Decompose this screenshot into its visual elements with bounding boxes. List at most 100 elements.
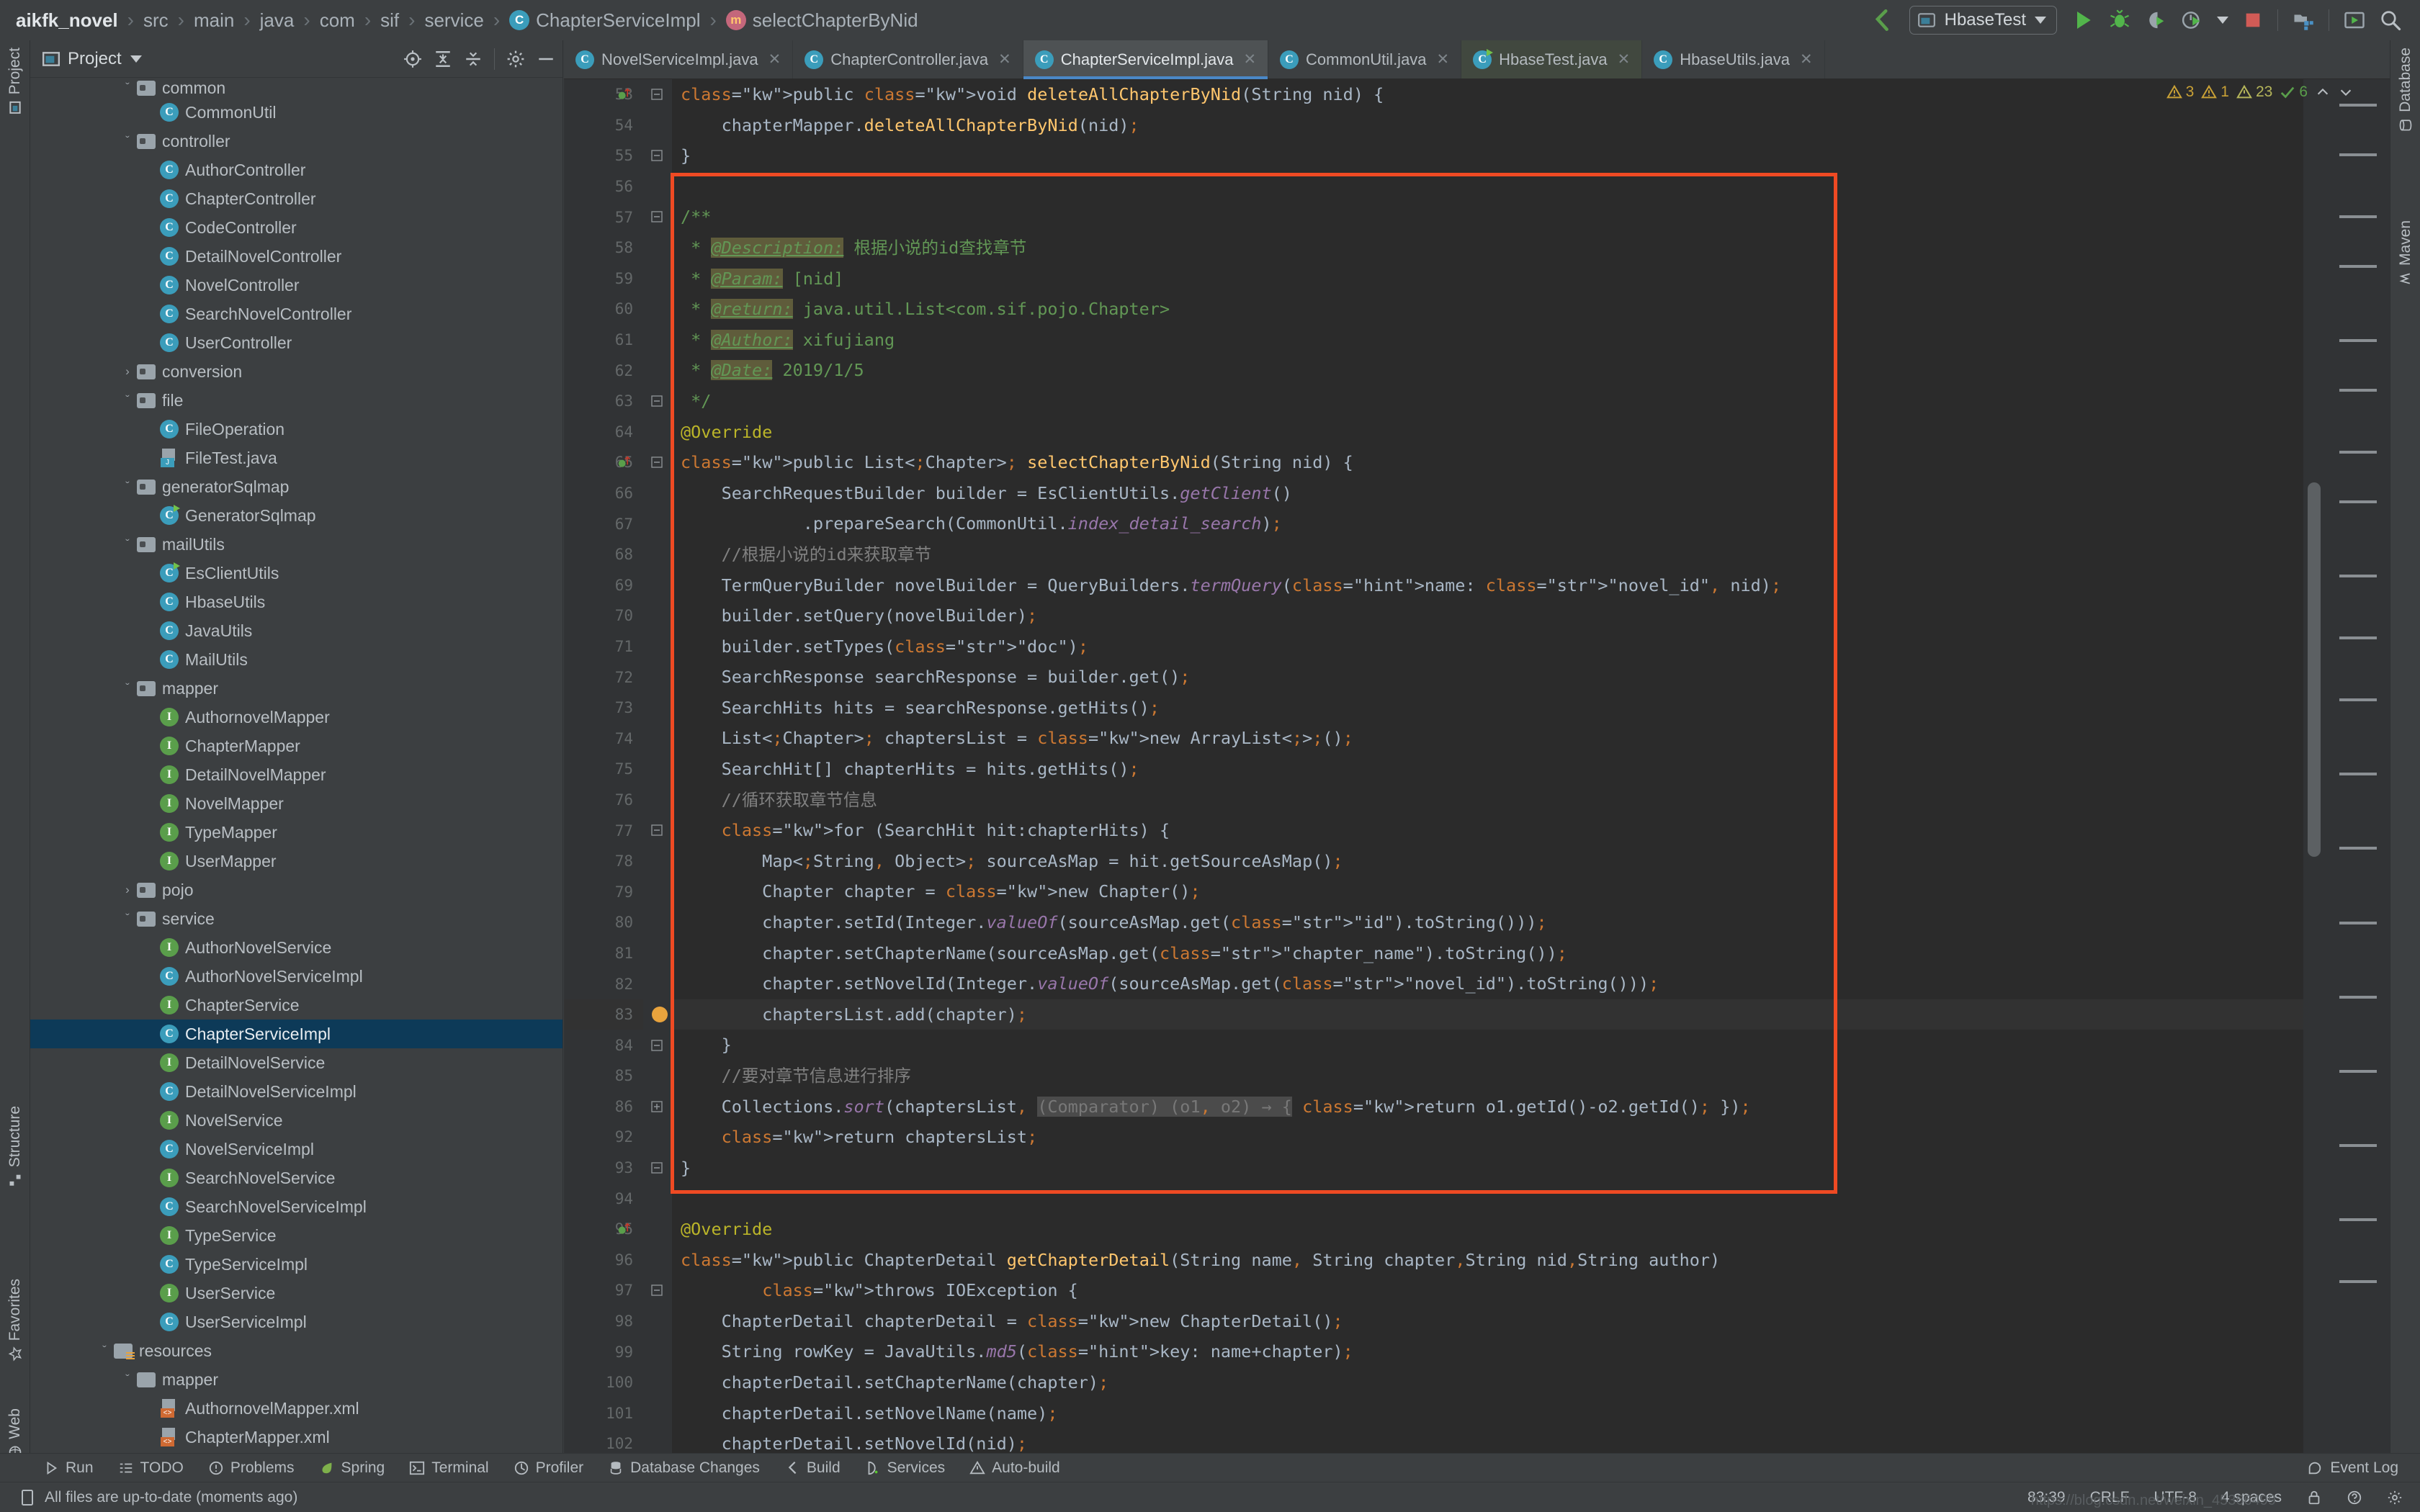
breadcrumb-item-aikfk_novel[interactable]: aikfk_novel — [16, 9, 118, 32]
tab-chapterserviceimpl-java[interactable]: CChapterServiceImpl.java✕ — [1023, 40, 1268, 78]
code-line[interactable]: SearchHit[] chapterHits = hits.getHits()… — [672, 754, 2303, 785]
tree-item-service[interactable]: ˇservice — [30, 904, 563, 933]
sidebar-tab-structure[interactable]: Structure — [0, 1106, 30, 1187]
tree-item-typeservice[interactable]: ITypeService — [30, 1221, 563, 1250]
code-line[interactable]: chapterDetail.setChapterName(chapter); — [672, 1367, 2303, 1398]
tree-item-novelserviceimpl[interactable]: CNovelServiceImpl — [30, 1135, 563, 1164]
error-stripe-mark[interactable] — [2339, 1070, 2377, 1073]
code-line[interactable]: builder.setQuery(novelBuilder); — [672, 600, 2303, 631]
sidebar-tab-web[interactable]: Web — [0, 1408, 30, 1459]
error-stripe-mark[interactable] — [2339, 389, 2377, 392]
fold-marker[interactable] — [649, 1038, 665, 1053]
code-line[interactable]: /** — [672, 202, 2303, 233]
breadcrumb-item-selectchapterbynid[interactable]: mselectChapterByNid — [726, 9, 918, 32]
error-stripe-mark[interactable] — [2339, 1280, 2377, 1283]
tool-window-auto-build[interactable]: Auto-build — [969, 1459, 1060, 1477]
chevron-down-icon-inspections[interactable] — [2338, 84, 2354, 100]
tree-item-chapterservice[interactable]: IChapterService — [30, 991, 563, 1020]
fold-marker[interactable] — [649, 1282, 665, 1298]
code-line[interactable]: } — [672, 140, 2303, 171]
error-stripe-mark[interactable] — [2339, 847, 2377, 850]
tree-item-novelmapper[interactable]: INovelMapper — [30, 789, 563, 818]
code-line[interactable]: class="kw">public List<;Chapter>; select… — [672, 447, 2303, 478]
error-stripe-mark[interactable] — [2339, 1144, 2377, 1147]
code-line[interactable]: } — [672, 1030, 2303, 1061]
close-icon[interactable]: ✕ — [768, 50, 781, 68]
tool-window-todo[interactable]: TODO — [118, 1459, 184, 1477]
code-line[interactable]: TermQueryBuilder novelBuilder = QueryBui… — [672, 570, 2303, 601]
code-line[interactable]: @Override — [672, 1214, 2303, 1245]
editor-tabs[interactable]: CNovelServiceImpl.java✕CChapterControlle… — [564, 40, 2390, 79]
debug-icon[interactable] — [2109, 9, 2130, 31]
chevron-down-icon[interactable]: ˇ — [120, 134, 135, 148]
tool-window-problems[interactable]: Problems — [208, 1459, 295, 1477]
tool-window-services[interactable]: Services — [865, 1459, 946, 1477]
tree-item-authornovelmapper[interactable]: IAuthornovelMapper — [30, 703, 563, 732]
tree-item-novelservice[interactable]: INovelService — [30, 1106, 563, 1135]
code-line[interactable]: Chapter chapter = class="kw">new Chapter… — [672, 876, 2303, 907]
stop-icon[interactable] — [2243, 10, 2263, 30]
code-line[interactable]: * @Description: 根据小说的id查找章节 — [672, 233, 2303, 264]
tree-item-authornovelserviceimpl[interactable]: CAuthorNovelServiceImpl — [30, 962, 563, 991]
code-line[interactable]: Collections.sort(chaptersList, (Comparat… — [672, 1092, 2303, 1122]
profile-dropdown-icon[interactable] — [2217, 17, 2228, 24]
tree-item-common[interactable]: ˇcommon — [30, 78, 563, 98]
fold-marker[interactable] — [649, 86, 665, 102]
chevron-down-icon[interactable]: ˇ — [120, 681, 135, 696]
run-icon[interactable] — [2071, 9, 2094, 32]
error-stripe-mark[interactable] — [2339, 773, 2377, 775]
tree-item-chaptercontroller[interactable]: CChapterController — [30, 184, 563, 213]
code-line[interactable]: class="kw">for (SearchHit hit:chapterHit… — [672, 815, 2303, 846]
code-line[interactable] — [672, 1183, 2303, 1214]
tree-item-usermapper[interactable]: IUserMapper — [30, 847, 563, 876]
chevron-down-icon[interactable]: ˇ — [120, 480, 135, 494]
error-stripe-mark[interactable] — [2339, 575, 2377, 577]
tree-item-mapper[interactable]: ˇmapper — [30, 674, 563, 703]
breadcrumb-item-main[interactable]: main — [194, 9, 234, 32]
fold-marker[interactable] — [649, 209, 665, 225]
error-stripe-mark[interactable] — [2339, 215, 2377, 218]
tree-item-generatorsqlmap[interactable]: CGeneratorSqlmap — [30, 501, 563, 530]
tree-item-chapterserviceimpl[interactable]: CChapterServiceImpl — [30, 1020, 563, 1048]
tab-chaptercontroller-java[interactable]: CChapterController.java✕ — [793, 40, 1023, 78]
sidebar-tab-project[interactable]: Project — [0, 48, 30, 114]
run-method-gutter-icon[interactable] — [617, 1222, 633, 1238]
tree-item-fileoperation[interactable]: CFileOperation — [30, 415, 563, 444]
close-icon[interactable]: ✕ — [1800, 50, 1813, 68]
error-stripe-mark[interactable] — [2339, 996, 2377, 999]
tree-item-detailnovelmapper[interactable]: IDetailNovelMapper — [30, 760, 563, 789]
event-log-button[interactable]: Event Log — [2307, 1459, 2420, 1477]
fold-gutter[interactable] — [643, 79, 672, 1453]
project-structure-icon[interactable] — [2293, 9, 2314, 31]
error-stripe-mark[interactable] — [2339, 153, 2377, 156]
close-icon[interactable]: ✕ — [1437, 50, 1450, 68]
code-line[interactable]: * @Author: xifujiang — [672, 325, 2303, 356]
code-line[interactable]: */ — [672, 386, 2303, 417]
code-line[interactable]: chapter.setId(Integer.valueOf(sourceAsMa… — [672, 907, 2303, 938]
locate-icon[interactable] — [403, 50, 422, 68]
chevron-down-icon[interactable]: ˇ — [120, 393, 135, 408]
run-method-gutter-icon[interactable] — [617, 87, 633, 103]
chevron-down-icon[interactable]: ˇ — [120, 1372, 135, 1387]
fold-marker[interactable] — [649, 822, 665, 838]
breadcrumb-item-chapterserviceimpl[interactable]: CChapterServiceImpl — [509, 9, 700, 32]
run-with-coverage-icon[interactable] — [2145, 9, 2166, 31]
hide-panel-icon[interactable] — [537, 50, 555, 68]
fold-marker[interactable] — [649, 148, 665, 163]
profile-icon[interactable] — [2181, 9, 2202, 31]
tool-window-database-changes[interactable]: Database Changes — [608, 1459, 760, 1477]
code-line[interactable]: class="kw">public ChapterDetail getChapt… — [672, 1245, 2303, 1276]
chevron-down-icon[interactable] — [2035, 17, 2046, 24]
chevron-down-icon[interactable]: ˇ — [120, 81, 135, 95]
error-stripe-mark[interactable] — [2339, 636, 2377, 639]
line-number-gutter[interactable]: 5354555657585960616263646566676869707172… — [564, 79, 643, 1453]
tree-item-conversion[interactable]: ›conversion — [30, 357, 563, 386]
fold-marker[interactable] — [649, 1160, 665, 1176]
tree-item-chaptermapper[interactable]: IChapterMapper — [30, 732, 563, 760]
code-line[interactable]: chapterDetail.setNovelId(nid); — [672, 1428, 2303, 1453]
error-stripe-mark[interactable] — [2339, 500, 2377, 503]
breadcrumb-item-java[interactable]: java — [260, 9, 295, 32]
tree-item-detailnovelserviceimpl[interactable]: CDetailNovelServiceImpl — [30, 1077, 563, 1106]
code-line[interactable]: SearchRequestBuilder builder = EsClientU… — [672, 478, 2303, 509]
help-icon[interactable] — [2347, 1490, 2362, 1506]
